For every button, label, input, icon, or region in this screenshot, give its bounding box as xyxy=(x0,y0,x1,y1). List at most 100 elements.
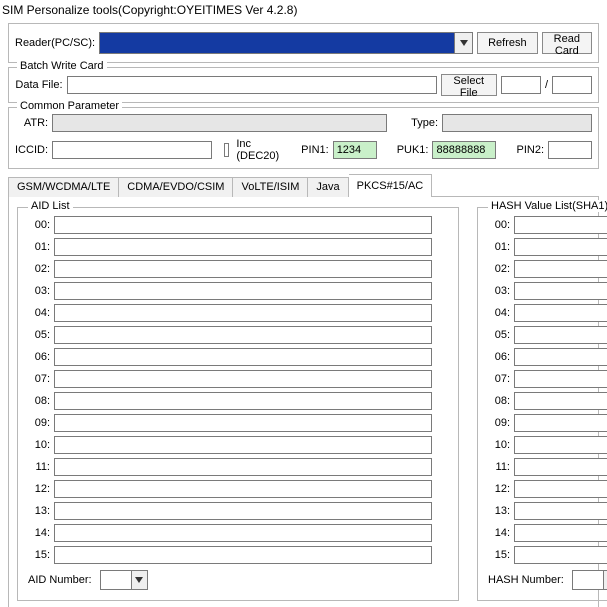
row-input[interactable] xyxy=(54,260,432,278)
row-input[interactable] xyxy=(54,216,432,234)
datafile-input[interactable] xyxy=(67,76,437,94)
row-index: 12: xyxy=(488,483,510,495)
list-row: 10: xyxy=(488,436,607,454)
row-index: 11: xyxy=(28,461,50,473)
read-card-button[interactable]: Read Card xyxy=(542,32,592,54)
row-input[interactable] xyxy=(514,524,607,542)
row-index: 02: xyxy=(28,263,50,275)
list-row: 00: xyxy=(28,216,448,234)
list-row: 13: xyxy=(488,502,607,520)
atr-input xyxy=(52,114,387,132)
list-row: 01: xyxy=(488,238,607,256)
list-row: 12: xyxy=(488,480,607,498)
tab-panel: AID List 00:01:02:03:04:05:06:07:08:09:1… xyxy=(8,197,599,607)
row-input[interactable] xyxy=(514,458,607,476)
inc-checkbox[interactable] xyxy=(224,143,229,157)
list-row: 00: xyxy=(488,216,607,234)
row-index: 14: xyxy=(28,527,50,539)
atr-label: ATR: xyxy=(15,117,48,129)
reader-combo[interactable] xyxy=(99,32,473,54)
tab-gsm[interactable]: GSM/WCDMA/LTE xyxy=(8,177,119,197)
pin1-input[interactable] xyxy=(333,141,377,159)
path-part2-input[interactable] xyxy=(552,76,592,94)
path-part1-input[interactable] xyxy=(501,76,541,94)
list-row: 11: xyxy=(488,458,607,476)
row-input[interactable] xyxy=(54,524,432,542)
row-input[interactable] xyxy=(514,370,607,388)
row-input[interactable] xyxy=(514,502,607,520)
puk1-input[interactable] xyxy=(432,141,496,159)
list-row: 08: xyxy=(488,392,607,410)
list-row: 09: xyxy=(488,414,607,432)
row-input[interactable] xyxy=(514,392,607,410)
row-input[interactable] xyxy=(514,546,607,564)
row-index: 04: xyxy=(28,307,50,319)
row-input[interactable] xyxy=(514,216,607,234)
aid-legend: AID List xyxy=(28,200,73,212)
list-row: 07: xyxy=(28,370,448,388)
list-row: 05: xyxy=(488,326,607,344)
tab-java[interactable]: Java xyxy=(308,177,348,197)
hash-list-group: HASH Value List(SHA1) 00:01:02:03:04:05:… xyxy=(477,207,607,601)
row-index: 05: xyxy=(28,329,50,341)
row-input[interactable] xyxy=(54,502,432,520)
row-index: 09: xyxy=(488,417,510,429)
list-row: 05: xyxy=(28,326,448,344)
row-index: 07: xyxy=(488,373,510,385)
list-row: 11: xyxy=(28,458,448,476)
row-input[interactable] xyxy=(514,282,607,300)
pin1-label: PIN1: xyxy=(301,144,329,156)
row-input[interactable] xyxy=(54,348,432,366)
list-row: 06: xyxy=(488,348,607,366)
list-row: 02: xyxy=(488,260,607,278)
row-index: 13: xyxy=(28,505,50,517)
row-index: 06: xyxy=(488,351,510,363)
iccid-label: ICCID: xyxy=(15,144,48,156)
row-input[interactable] xyxy=(514,326,607,344)
row-index: 12: xyxy=(28,483,50,495)
tab-cdma[interactable]: CDMA/EVDO/CSIM xyxy=(119,177,233,197)
row-input[interactable] xyxy=(54,480,432,498)
row-index: 11: xyxy=(488,461,510,473)
row-input[interactable] xyxy=(514,436,607,454)
row-input[interactable] xyxy=(54,326,432,344)
pin2-label: PIN2: xyxy=(516,144,544,156)
row-input[interactable] xyxy=(54,238,432,256)
row-input[interactable] xyxy=(54,370,432,388)
row-input[interactable] xyxy=(514,304,607,322)
row-index: 00: xyxy=(488,219,510,231)
chevron-down-icon xyxy=(603,571,607,589)
aid-number-select[interactable] xyxy=(100,570,148,590)
row-input[interactable] xyxy=(514,414,607,432)
row-input[interactable] xyxy=(54,282,432,300)
row-input[interactable] xyxy=(54,304,432,322)
row-index: 03: xyxy=(28,285,50,297)
row-input[interactable] xyxy=(514,238,607,256)
row-index: 02: xyxy=(488,263,510,275)
row-input[interactable] xyxy=(54,458,432,476)
row-input[interactable] xyxy=(54,392,432,410)
row-input[interactable] xyxy=(514,348,607,366)
iccid-input[interactable] xyxy=(52,141,212,159)
refresh-button[interactable]: Refresh xyxy=(477,32,538,54)
row-index: 01: xyxy=(488,241,510,253)
pin2-input[interactable] xyxy=(548,141,592,159)
path-separator: / xyxy=(545,79,548,91)
row-input[interactable] xyxy=(54,414,432,432)
row-input[interactable] xyxy=(514,480,607,498)
tab-pkcs15[interactable]: PKCS#15/AC xyxy=(349,174,433,197)
tab-volte[interactable]: VoLTE/ISIM xyxy=(233,177,308,197)
batch-legend: Batch Write Card xyxy=(17,60,107,72)
hash-number-select[interactable] xyxy=(572,570,607,590)
list-row: 01: xyxy=(28,238,448,256)
inc-label: Inc (DEC20) xyxy=(236,138,279,162)
row-input[interactable] xyxy=(54,436,432,454)
row-input[interactable] xyxy=(514,260,607,278)
list-row: 04: xyxy=(488,304,607,322)
select-file-button[interactable]: Select File xyxy=(441,74,497,96)
aid-number-label: AID Number: xyxy=(28,574,92,586)
list-row: 14: xyxy=(28,524,448,542)
list-row: 06: xyxy=(28,348,448,366)
row-input[interactable] xyxy=(54,546,432,564)
list-row: 13: xyxy=(28,502,448,520)
